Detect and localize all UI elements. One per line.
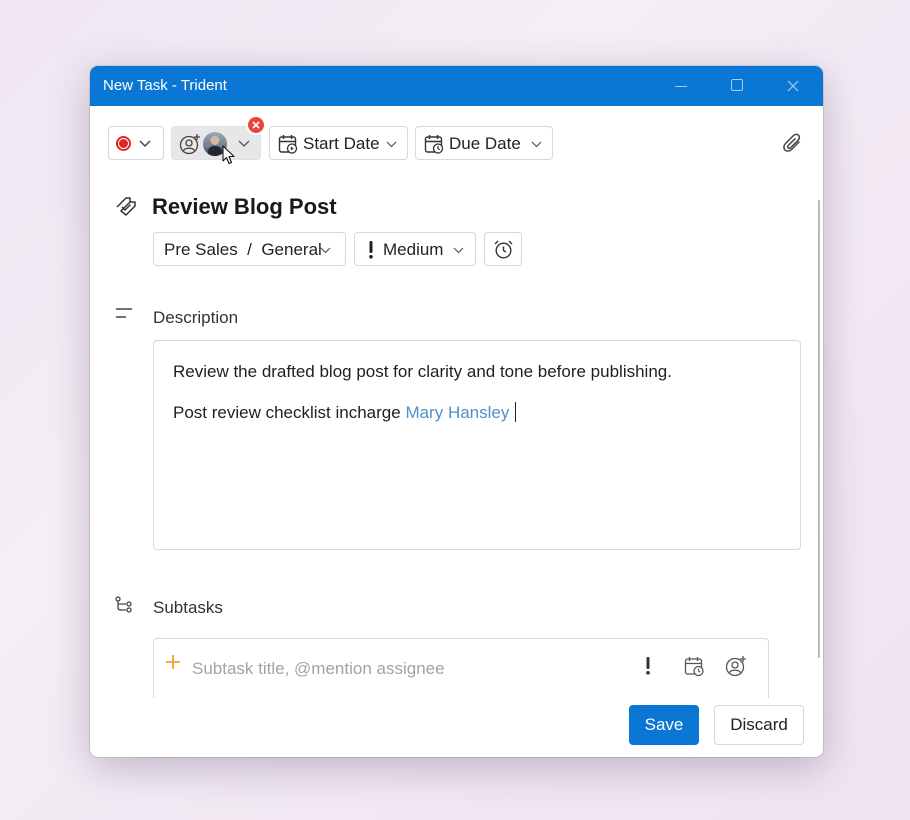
status-dropdown[interactable] <box>108 126 164 160</box>
exclamation-icon <box>369 241 373 259</box>
description-editor[interactable]: Review the drafted blog post for clarity… <box>153 340 801 550</box>
subtask-input[interactable]: Subtask title, @mention assignee <box>153 638 769 698</box>
project-label: Pre Sales / General <box>164 240 322 259</box>
due-date-label: Due Date <box>449 134 521 153</box>
paperclip-icon[interactable] <box>782 132 804 156</box>
chevron-down-icon <box>531 141 542 148</box>
exclamation-icon[interactable] <box>645 657 651 675</box>
priority-dropdown[interactable]: Medium <box>354 232 476 266</box>
project-dropdown[interactable]: Pre Sales / General <box>153 232 346 266</box>
mouse-cursor-icon <box>222 145 235 165</box>
alarm-clock-icon <box>494 240 513 259</box>
new-task-window: New Task - Trident Start Date Due Date R… <box>90 66 823 757</box>
discard-button[interactable]: Discard <box>714 705 804 745</box>
start-date-dropdown[interactable]: Start Date <box>269 126 408 160</box>
close-icon <box>252 121 260 129</box>
description-text-line: Review the drafted blog post for clarity… <box>173 362 672 381</box>
description-text-line: Post review checklist incharge Mary Hans… <box>173 402 517 423</box>
close-icon <box>787 80 799 92</box>
window-title: New Task - Trident <box>103 77 227 94</box>
title-bar[interactable]: New Task - Trident <box>90 66 823 106</box>
save-button[interactable]: Save <box>629 705 699 745</box>
start-date-label: Start Date <box>303 134 380 153</box>
remove-assignee-button[interactable] <box>246 115 266 135</box>
calendar-start-icon <box>278 135 298 154</box>
text-caret <box>515 402 517 422</box>
subtask-placeholder: Subtask title, @mention assignee <box>192 659 445 678</box>
subtasks-label: Subtasks <box>153 598 223 617</box>
description-text: Post review checklist incharge <box>173 403 406 422</box>
chevron-down-icon <box>238 140 250 147</box>
maximize-button[interactable] <box>714 66 760 106</box>
description-lines-icon <box>116 308 132 318</box>
vertical-scrollbar[interactable] <box>818 200 820 658</box>
priority-label: Medium <box>383 240 444 259</box>
mention-link[interactable]: Mary Hansley <box>405 403 509 422</box>
reminder-button[interactable] <box>484 232 522 266</box>
due-date-dropdown[interactable]: Due Date <box>415 126 553 160</box>
chevron-down-icon <box>139 140 151 148</box>
status-dot-icon <box>116 136 131 151</box>
chevron-down-icon <box>453 247 464 254</box>
minimize-button[interactable] <box>658 66 704 106</box>
plus-icon[interactable] <box>165 654 181 670</box>
chevron-down-icon <box>320 247 331 254</box>
description-label: Description <box>153 308 239 327</box>
calendar-clock-icon[interactable] <box>684 656 705 677</box>
task-title[interactable]: Review Blog Post <box>152 194 337 220</box>
add-person-icon[interactable] <box>725 655 747 677</box>
chevron-down-icon <box>386 141 397 148</box>
close-window-button[interactable] <box>770 66 816 106</box>
subtask-tree-icon <box>115 596 132 613</box>
calendar-due-icon <box>424 135 444 154</box>
add-person-icon <box>179 134 200 155</box>
task-tag-icon <box>116 197 136 216</box>
